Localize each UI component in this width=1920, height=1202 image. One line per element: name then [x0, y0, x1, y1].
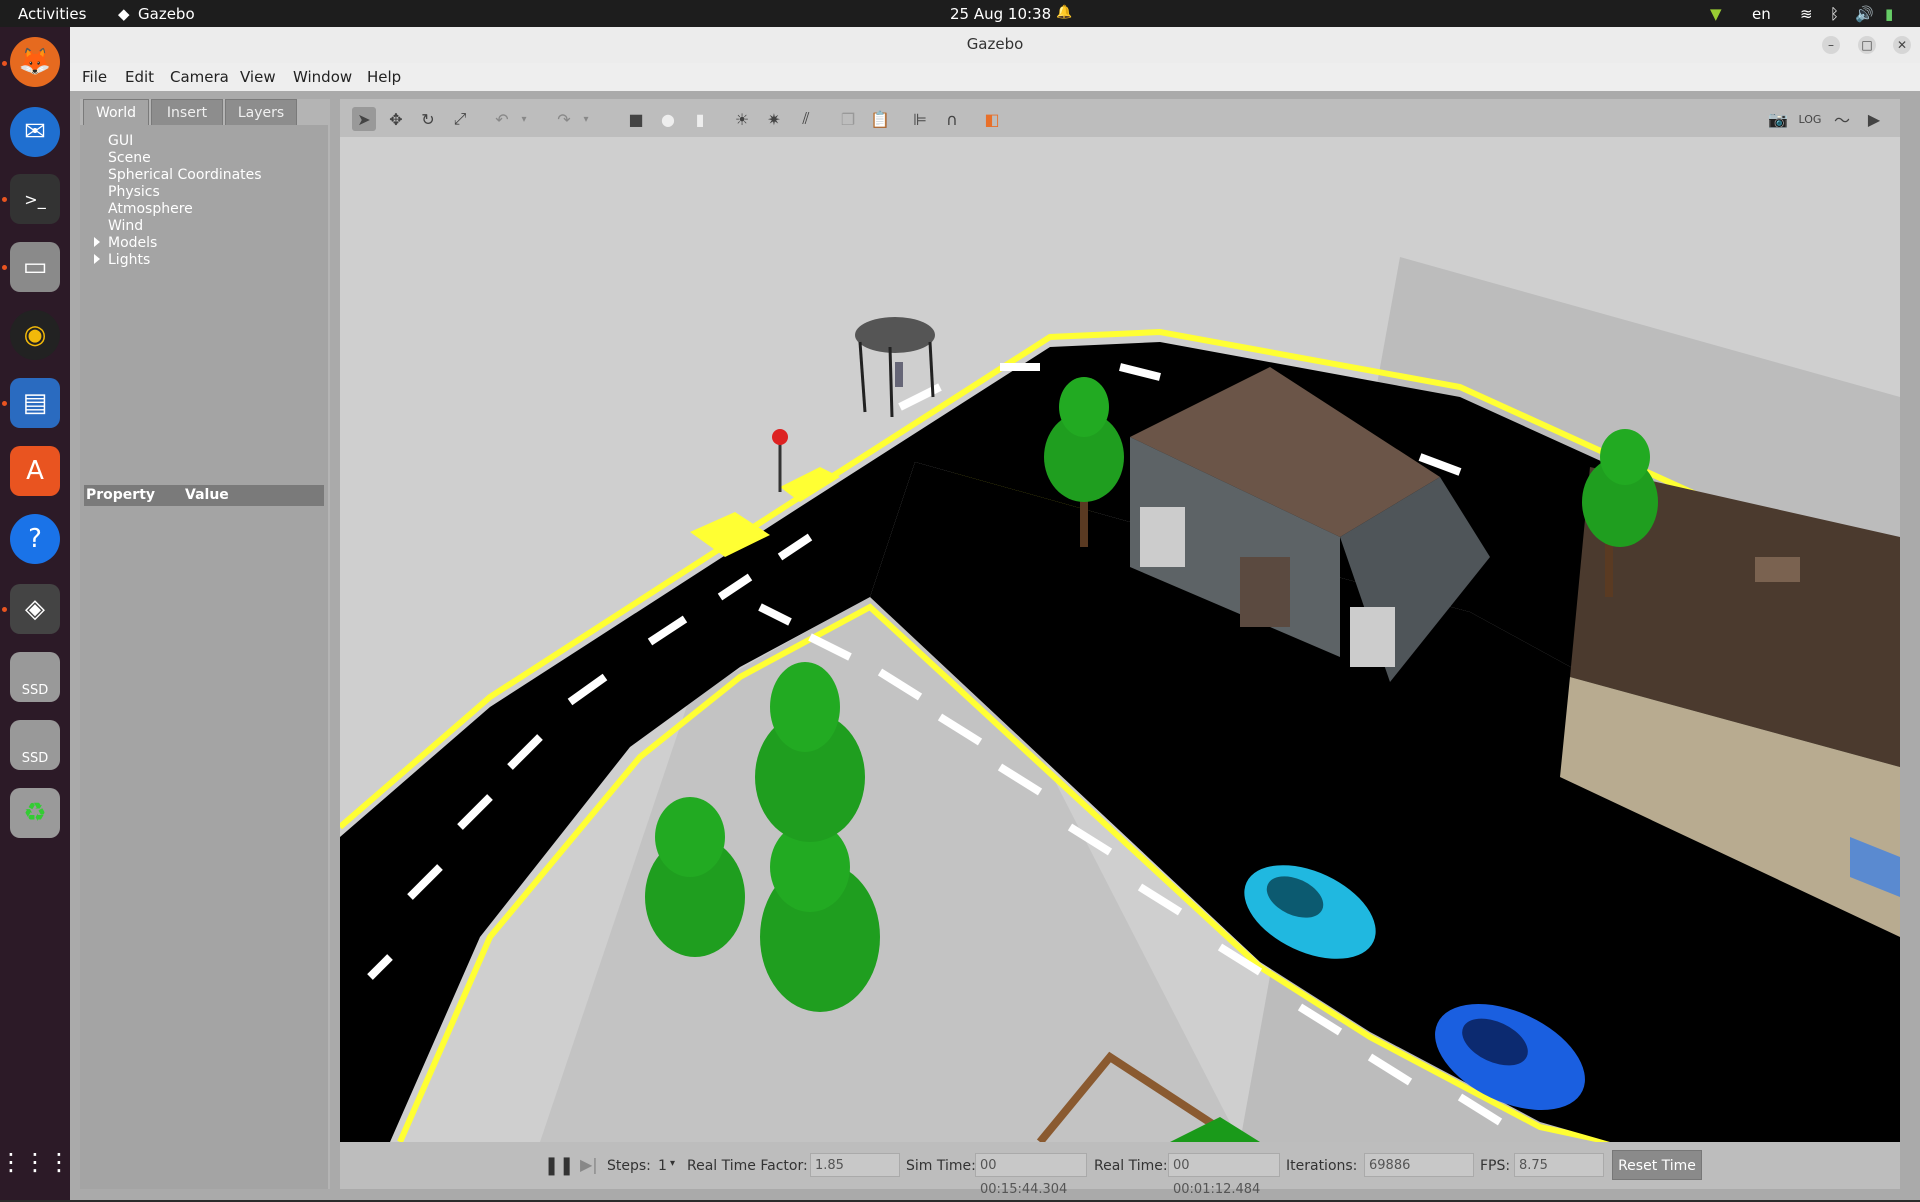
directional-light-icon[interactable]: ⫽	[794, 107, 818, 131]
property-table-header: Property Value	[84, 485, 324, 506]
tree-item-models[interactable]: Models	[108, 235, 157, 251]
tree-item-wind[interactable]: Wind	[108, 218, 143, 234]
world-tree: GUI Scene Spherical Coordinates Physics …	[80, 125, 328, 470]
property-panel	[80, 470, 328, 1189]
window-titlebar[interactable]: Gazebo – □ ✕	[70, 27, 1920, 64]
view-angle-icon[interactable]: ◧	[980, 107, 1004, 131]
plot-icon[interactable]: 〜	[1830, 107, 1854, 131]
tree-item-atmosphere[interactable]: Atmosphere	[108, 201, 193, 217]
real-time-value: 00 00:01:12.484	[1168, 1153, 1280, 1197]
viewport-toolbar: ➤ ✥ ↻ ⤢ ↶ ▾ ↷ ▾ ■ ● ▮ ☀ ✷ ⫽ ❐ 📋 ⊫ ∩ ◧ 📷 …	[340, 99, 1900, 138]
close-button[interactable]: ✕	[1893, 36, 1911, 54]
tree-item-gui[interactable]: GUI	[108, 133, 133, 149]
log-icon[interactable]: LOG	[1798, 107, 1822, 131]
reset-time-button[interactable]: Reset Time	[1612, 1150, 1702, 1180]
trash-icon[interactable]: ♻	[10, 788, 60, 838]
real-time-label: Real Time:	[1094, 1158, 1168, 1174]
wifi-icon[interactable]: ≋	[1800, 5, 1813, 23]
show-apps-icon[interactable]: ⋮⋮⋮	[0, 1137, 71, 1187]
video-record-icon[interactable]: ▶	[1862, 107, 1886, 131]
tab-layers[interactable]: Layers	[225, 99, 297, 125]
sphere-shape-icon[interactable]: ●	[656, 107, 680, 131]
simulation-status-bar: ❚❚ ▶| Steps: 1 ▾ Real Time Factor: 1.85 …	[340, 1142, 1900, 1197]
spot-light-icon[interactable]: ✷	[762, 107, 786, 131]
tab-insert[interactable]: Insert	[151, 99, 223, 125]
iterations-label: Iterations:	[1286, 1158, 1358, 1174]
3d-viewport[interactable]	[340, 137, 1900, 1142]
menu-camera[interactable]: Camera	[170, 68, 229, 86]
minimize-button[interactable]: –	[1822, 36, 1840, 54]
menu-view[interactable]: View	[240, 68, 276, 86]
app-name[interactable]: Gazebo	[138, 5, 195, 23]
ssd-drive-icon[interactable]: SSD	[10, 720, 60, 770]
step-icon[interactable]: ▶|	[580, 1155, 598, 1174]
gazebo-app-icon: ◆	[118, 5, 130, 23]
rtf-label: Real Time Factor:	[687, 1158, 808, 1174]
tree-item-lights[interactable]: Lights	[108, 252, 150, 268]
help-icon[interactable]: ?	[10, 514, 60, 564]
files-icon[interactable]: ▭	[10, 242, 60, 292]
align-icon[interactable]: ⊫	[908, 107, 932, 131]
rhythmbox-icon[interactable]: ◉	[10, 310, 60, 360]
scene-render[interactable]	[340, 137, 1900, 1142]
snap-magnet-icon[interactable]: ∩	[940, 107, 964, 131]
rtf-value: 1.85	[810, 1153, 900, 1177]
ssd-drive-icon[interactable]: SSD	[10, 652, 60, 702]
tree-item-scene[interactable]: Scene	[108, 150, 151, 166]
tree-item-spherical-coordinates[interactable]: Spherical Coordinates	[108, 167, 262, 183]
window-title: Gazebo	[966, 35, 1024, 53]
fps-label: FPS:	[1480, 1158, 1511, 1174]
redo-dropdown-icon[interactable]: ▾	[574, 107, 598, 131]
screenshot-icon[interactable]: 📷	[1766, 107, 1790, 131]
volume-icon[interactable]: 🔊	[1855, 5, 1874, 23]
box-shape-icon[interactable]: ■	[624, 107, 648, 131]
firefox-icon[interactable]: 🦊	[10, 37, 60, 87]
system-top-bar: Activities ◆ Gazebo 25 Aug 10:38 🔔 ▼ en …	[0, 0, 1920, 27]
steps-value[interactable]: 1	[658, 1158, 667, 1174]
steps-dropdown-icon[interactable]: ▾	[670, 1158, 675, 1169]
bell-icon: 🔔	[1056, 5, 1073, 20]
scale-mode-icon[interactable]: ⤢	[448, 107, 472, 131]
iterations-value: 69886	[1364, 1153, 1474, 1177]
menu-edit[interactable]: Edit	[125, 68, 154, 86]
writer-icon[interactable]: ▤	[10, 378, 60, 428]
sim-time-value: 00 00:15:44.304	[975, 1153, 1087, 1197]
tab-world[interactable]: World	[83, 99, 149, 125]
gazebo-dock-icon[interactable]: ◈	[10, 584, 60, 634]
clock[interactable]: 25 Aug 10:38	[950, 5, 1051, 23]
steps-label: Steps:	[607, 1158, 651, 1174]
translate-mode-icon[interactable]: ✥	[384, 107, 408, 131]
dock: 🦊 ✉ >_ ▭ ◉ ▤ A ? ◈ SSD SSD ♻ ⋮⋮⋮	[0, 27, 71, 1200]
fps-value: 8.75	[1514, 1153, 1604, 1177]
undo-dropdown-icon[interactable]: ▾	[512, 107, 536, 131]
property-column-header: Property	[86, 487, 156, 503]
menu-file[interactable]: File	[82, 68, 107, 86]
menu-bar: File Edit Camera View Window Help	[70, 63, 1920, 91]
point-light-icon[interactable]: ☀	[730, 107, 754, 131]
tray-app-icon[interactable]: ▼	[1710, 5, 1722, 23]
undo-icon[interactable]: ↶	[490, 107, 514, 131]
copy-icon[interactable]: ❐	[836, 107, 860, 131]
menu-help[interactable]: Help	[367, 68, 401, 86]
rotate-mode-icon[interactable]: ↻	[416, 107, 440, 131]
bluetooth-icon[interactable]: ᛒ	[1830, 5, 1839, 23]
maximize-button[interactable]: □	[1858, 36, 1876, 54]
tree-item-physics[interactable]: Physics	[108, 184, 160, 200]
terminal-icon[interactable]: >_	[10, 174, 60, 224]
redo-icon[interactable]: ↷	[552, 107, 576, 131]
battery-icon[interactable]: ▮	[1885, 5, 1893, 23]
thunderbird-icon[interactable]: ✉	[10, 107, 60, 157]
select-mode-icon[interactable]: ➤	[352, 107, 376, 131]
value-column-header: Value	[185, 487, 229, 503]
activities-button[interactable]: Activities	[18, 5, 86, 23]
language-indicator[interactable]: en	[1752, 5, 1771, 23]
sim-time-label: Sim Time:	[906, 1158, 976, 1174]
expand-arrow-icon[interactable]	[94, 254, 100, 264]
expand-arrow-icon[interactable]	[94, 237, 100, 247]
pause-icon[interactable]: ❚❚	[544, 1155, 574, 1176]
paste-icon[interactable]: 📋	[868, 107, 892, 131]
cylinder-shape-icon[interactable]: ▮	[688, 107, 712, 131]
app-center-icon[interactable]: A	[10, 446, 60, 496]
menu-window[interactable]: Window	[293, 68, 352, 86]
